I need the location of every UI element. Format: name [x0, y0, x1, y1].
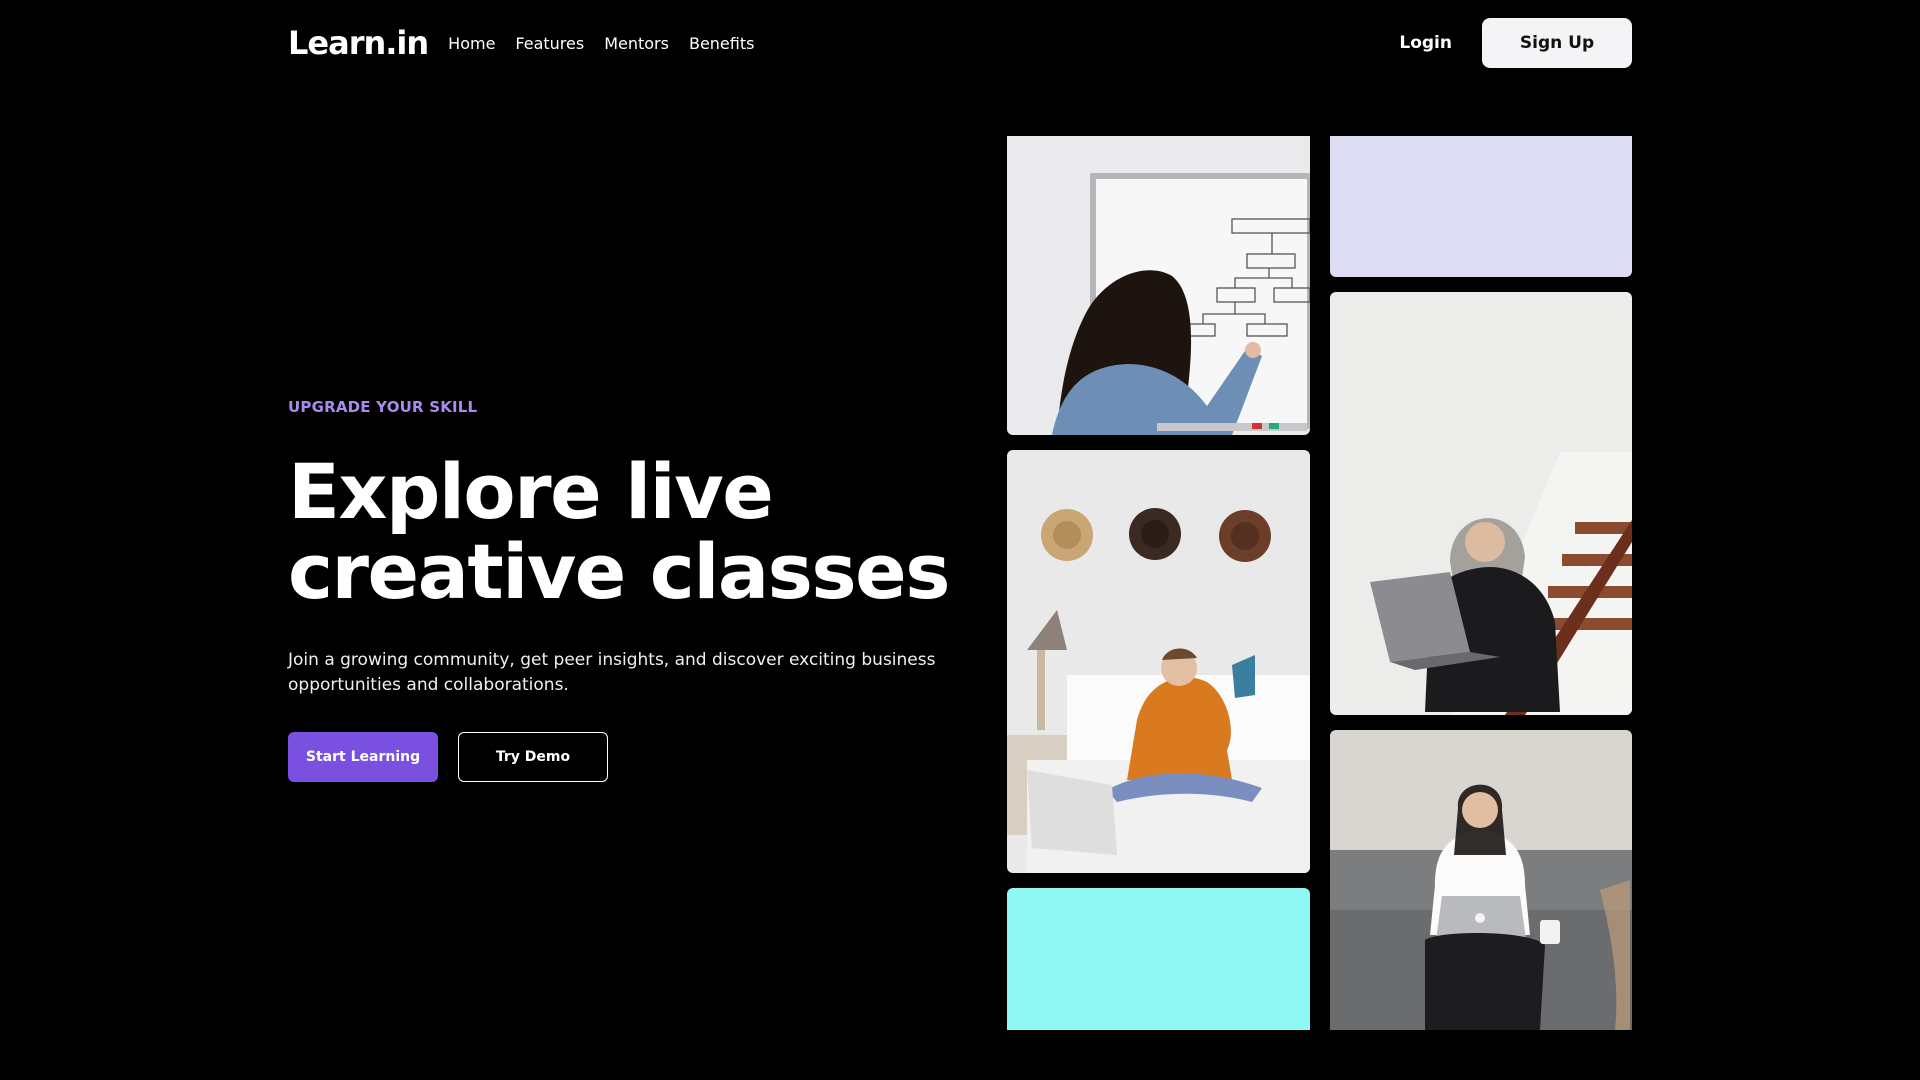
hero-headline-line-2: creative classes [288, 527, 950, 616]
hero-description: Join a growing community, get peer insig… [288, 650, 936, 695]
hero-eyebrow: UPGRADE YOUR SKILL [288, 398, 478, 416]
start-learning-button[interactable]: Start Learning [288, 732, 438, 782]
nav-link-home[interactable]: Home [448, 34, 495, 53]
student-on-stairs-photo [1330, 292, 1632, 715]
login-link[interactable]: Login [1399, 33, 1452, 53]
student-on-bed-photo [1007, 450, 1310, 873]
hero-headline: Explore live creative classes [288, 452, 988, 612]
whiteboard-photo [1007, 136, 1310, 435]
brand-logo[interactable]: Learn.in [288, 24, 429, 62]
try-demo-button[interactable]: Try Demo [458, 732, 608, 782]
nav-link-mentors[interactable]: Mentors [604, 34, 669, 53]
nav-links: Home Features Mentors Benefits [448, 34, 754, 53]
hero-headline-line-1: Explore live [288, 447, 774, 536]
top-nav: Learn.in Home Features Mentors Benefits … [288, 18, 1632, 68]
nav-link-benefits[interactable]: Benefits [689, 34, 755, 53]
hero-section: UPGRADE YOUR SKILL Explore live creative… [288, 398, 988, 782]
lavender-block [1330, 136, 1632, 277]
hero-cta-group: Start Learning Try Demo [288, 732, 988, 782]
cyan-block [1007, 888, 1310, 1030]
landing-page: Learn.in Home Features Mentors Benefits … [0, 0, 1920, 1080]
signup-button[interactable]: Sign Up [1482, 18, 1632, 68]
nav-link-features[interactable]: Features [515, 34, 584, 53]
nav-actions: Login Sign Up [1399, 18, 1632, 68]
student-on-sofa-photo [1330, 730, 1632, 1030]
